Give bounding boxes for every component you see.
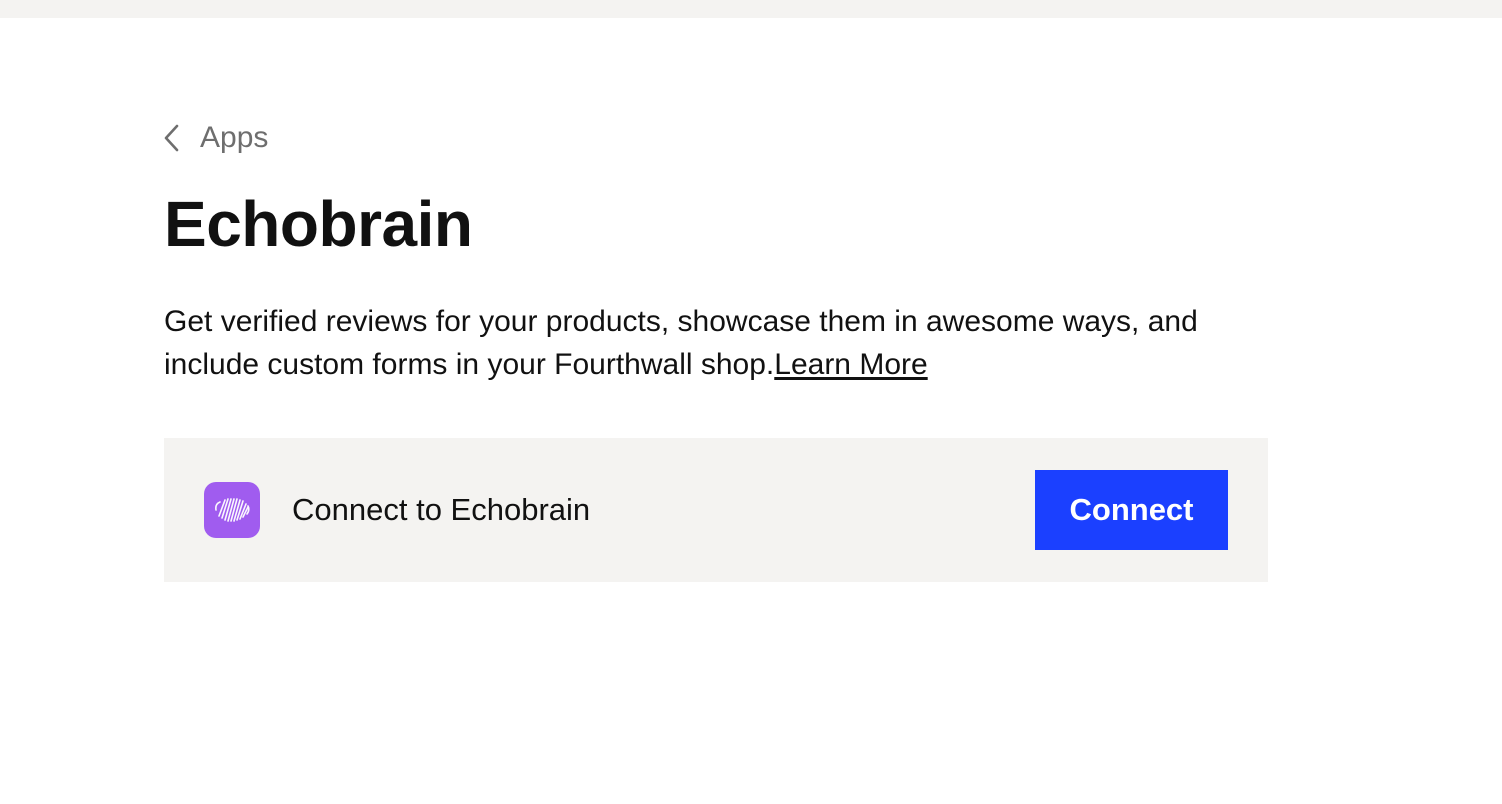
breadcrumb-label: Apps xyxy=(200,121,269,154)
top-bar xyxy=(0,0,1502,18)
description-text: Get verified reviews for your products, … xyxy=(164,305,1198,381)
learn-more-link[interactable]: Learn More xyxy=(774,348,927,381)
breadcrumb-back-apps[interactable]: Apps xyxy=(160,112,1268,164)
connect-card: Connect to Echobrain Connect xyxy=(164,438,1268,582)
chevron-left-icon xyxy=(160,124,184,152)
echobrain-logo-icon xyxy=(204,482,260,538)
connect-button[interactable]: Connect xyxy=(1035,470,1228,550)
app-detail-page: Apps Echobrain Get verified reviews for … xyxy=(164,112,1268,582)
connect-card-label: Connect to Echobrain xyxy=(292,492,591,527)
app-description: Get verified reviews for your products, … xyxy=(164,300,1268,386)
page-title: Echobrain xyxy=(164,188,473,260)
